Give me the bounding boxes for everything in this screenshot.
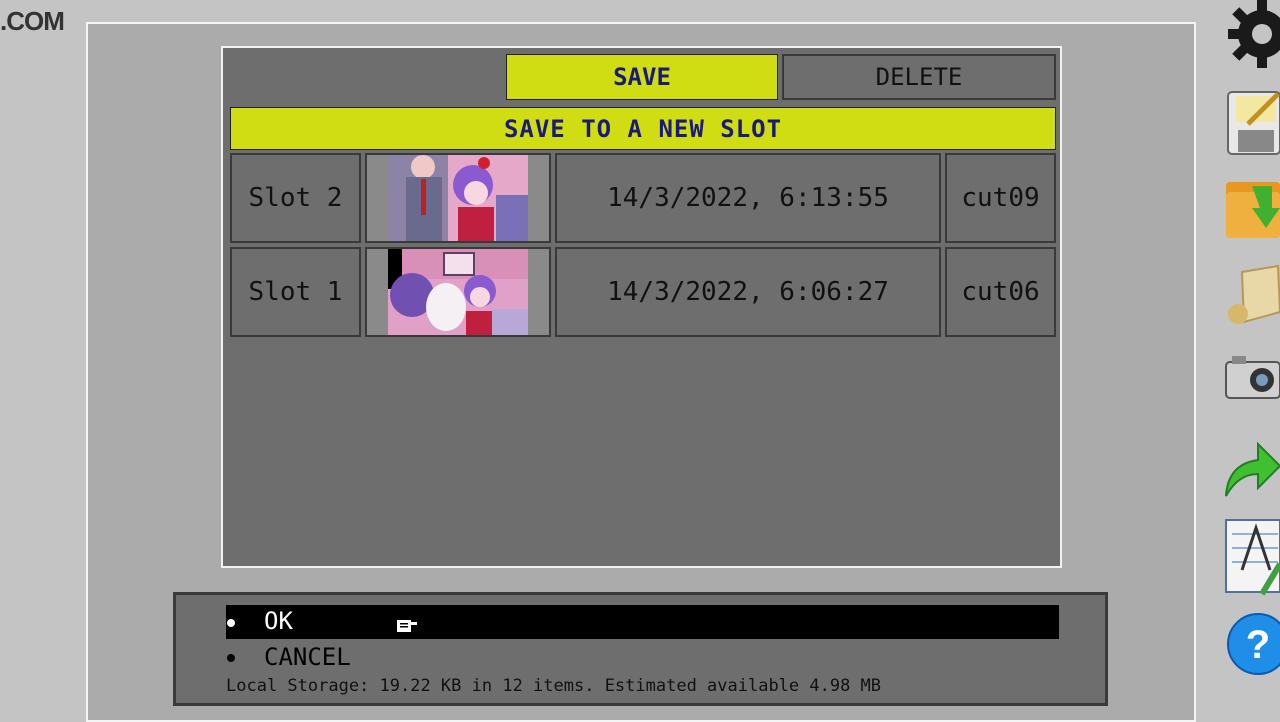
forward-arrow-icon[interactable]	[1222, 436, 1280, 500]
thumbnail-image	[388, 249, 528, 335]
tab-save[interactable]: SAVE	[506, 54, 778, 100]
slot-date[interactable]: 14/3/2022, 6:06:27	[555, 247, 941, 337]
slot-scene[interactable]: cut09	[945, 153, 1056, 243]
ok-bullet	[227, 619, 235, 627]
tab-delete[interactable]: DELETE	[782, 54, 1056, 100]
tab-load[interactable]: LOAD	[230, 54, 500, 100]
ok-option[interactable]	[226, 605, 1059, 639]
cancel-bullet	[227, 654, 235, 662]
cancel-label: CANCEL	[264, 643, 351, 671]
camera-icon[interactable]	[1222, 350, 1280, 414]
save-new-slot-button[interactable]: SAVE TO A NEW SLOT	[230, 107, 1056, 150]
slot-scene[interactable]: cut06	[945, 247, 1056, 337]
gear-icon[interactable]	[1222, 0, 1280, 68]
help-icon[interactable]: ?	[1222, 610, 1280, 675]
brand-text: .COM	[0, 6, 65, 36]
save-disk-icon[interactable]	[1222, 86, 1280, 155]
pointer-hand-icon	[395, 614, 419, 642]
slot-name[interactable]: Slot 2	[230, 153, 361, 243]
thumbnail-image	[388, 155, 528, 241]
slot-thumbnail[interactable]	[365, 247, 551, 337]
text-edit-icon[interactable]	[1222, 514, 1280, 596]
slot-name[interactable]: Slot 1	[230, 247, 361, 337]
ok-label: OK	[264, 607, 293, 635]
svg-text:?: ?	[1246, 623, 1270, 667]
storage-info: Local Storage: 19.22 KB in 12 items. Est…	[226, 676, 882, 696]
slot-date[interactable]: 14/3/2022, 6:13:55	[555, 153, 941, 243]
load-folder-icon[interactable]	[1222, 172, 1280, 238]
scroll-icon[interactable]	[1222, 262, 1280, 326]
slot-thumbnail[interactable]	[365, 153, 551, 243]
